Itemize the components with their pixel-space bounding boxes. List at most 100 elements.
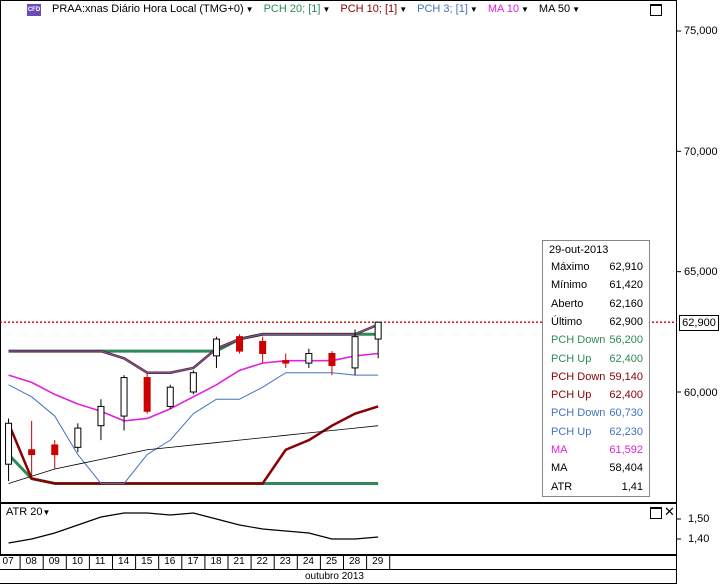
candle: [212, 336, 220, 368]
candle-body: [97, 405, 105, 427]
candle-body: [120, 377, 128, 417]
x-tick-label: 11: [94, 556, 106, 567]
candle: [5, 418, 13, 482]
candle-body: [74, 427, 82, 448]
series-line-pch-20-up: [8, 332, 379, 353]
atr-line: [8, 512, 379, 544]
data-window: 29-out-2013 Máximo 62,910 Mínimo 61,420 Aber…: [542, 240, 650, 497]
data-window-label: ATR: [551, 480, 573, 493]
data-window-row: PCH Up 62,400: [551, 389, 647, 407]
symbol-label[interactable]: PRAA:xnas Diário Hora Local (TMG+0) ▼: [52, 3, 254, 15]
atr-panel-frame: [0, 503, 677, 555]
chevron-down-icon[interactable]: ▼: [246, 5, 254, 14]
chevron-down-icon[interactable]: ▼: [521, 5, 529, 14]
data-window-label: Máximo: [551, 261, 590, 273]
candle: [74, 423, 82, 453]
x-tick-label: 28: [349, 556, 361, 567]
candle-body: [259, 340, 267, 354]
candle-body: [5, 422, 13, 465]
candle: [351, 329, 359, 376]
candle-body: [143, 377, 151, 412]
data-window-row: PCH Down 56,200: [551, 334, 647, 352]
series-line-pch-10-up: [8, 323, 379, 374]
maximize-icon[interactable]: [650, 507, 662, 519]
data-window-label: Aberto: [551, 297, 584, 310]
candle-body: [305, 352, 313, 364]
x-tick-label: 18: [210, 556, 222, 567]
candle: [305, 348, 313, 368]
chart-legend: PRAA:xnas Diário Hora Local (TMG+0) ▼ PCH…: [26, 3, 580, 15]
chevron-down-icon[interactable]: ▼: [322, 5, 330, 14]
data-window-row: Último 62,900: [551, 316, 647, 334]
x-tick-label: 25: [325, 556, 338, 567]
data-window-label: PCH Up: [551, 389, 592, 402]
chevron-down-icon[interactable]: ▼: [572, 5, 580, 14]
candle: [51, 440, 59, 470]
candle-body: [282, 360, 290, 364]
candle: [328, 351, 336, 376]
legend-ma10[interactable]: MA 10 ▼: [488, 3, 529, 15]
x-tick-label: 29: [372, 556, 384, 567]
data-window-value: 1,41: [621, 480, 643, 493]
legend-pch3[interactable]: PCH 3; [1] ▼: [417, 3, 478, 15]
candle-body: [166, 386, 174, 407]
x-tick-label: 08: [25, 556, 37, 567]
data-window-value: 56,200: [609, 334, 643, 347]
data-window-value: 59,140: [609, 370, 643, 383]
atr-tick-label: 1,40: [688, 533, 710, 545]
chevron-down-icon[interactable]: ▼: [470, 5, 478, 14]
data-window-value: 62,900: [609, 315, 643, 328]
legend-pch10[interactable]: PCH 10; [1] ▼: [340, 3, 407, 15]
candle-body: [51, 444, 59, 456]
data-window-row: MA 61,592: [551, 444, 647, 462]
candle: [282, 353, 290, 368]
series-line-pch-3-up: [8, 324, 379, 374]
candle-body: [236, 336, 244, 352]
data-window-label: MA: [551, 462, 568, 475]
chevron-down-icon[interactable]: ▼: [399, 5, 407, 14]
candle-body: [328, 352, 336, 367]
month-label: outubro 2013: [305, 571, 364, 582]
maximize-icon[interactable]: [650, 4, 662, 16]
data-window-label: Mínimo: [551, 279, 588, 292]
x-tick-label: 07: [2, 556, 14, 567]
chevron-down-icon[interactable]: ▼: [42, 508, 50, 517]
data-window-value: 62,910: [609, 261, 643, 273]
y-tick-label: 70,000: [684, 146, 718, 158]
data-window-label: PCH Down: [551, 334, 606, 347]
data-window-row: ATR 1,41: [551, 481, 647, 499]
x-tick-label: 22: [256, 556, 268, 567]
data-window-row: PCH Down 59,140: [551, 371, 647, 389]
candle-body: [28, 449, 36, 456]
x-tick-label: 24: [302, 556, 314, 567]
candle: [259, 336, 267, 364]
candle: [120, 375, 128, 431]
legend-pch20[interactable]: PCH 20; [1] ▼: [264, 3, 331, 15]
y-tick-label: 65,000: [684, 266, 718, 278]
x-tick-label: 09: [48, 556, 60, 567]
data-window-row: Aberto 62,160: [551, 298, 647, 316]
candle: [374, 321, 382, 359]
atr-series-line: [8, 512, 379, 544]
data-window-value: 62,400: [609, 352, 643, 365]
indicator-lines: [7, 323, 379, 485]
x-tick-label: 21: [233, 556, 245, 567]
candle: [236, 334, 244, 354]
data-window-value: 58,404: [609, 462, 643, 475]
legend-ma50[interactable]: MA 50 ▼: [539, 3, 580, 15]
series-line-ma-50: [8, 425, 379, 484]
data-window-value: 61,420: [609, 279, 643, 292]
candle-body: [374, 321, 382, 340]
atr-legend[interactable]: ATR 20▼: [6, 506, 50, 518]
data-window-value: 62,160: [609, 297, 643, 310]
candle-body: [189, 372, 197, 393]
atr-tick-label: 1,50: [688, 513, 710, 525]
close-icon[interactable]: ✕: [664, 505, 675, 518]
data-window-date: 29-out-2013: [549, 244, 609, 256]
data-window-row: MA 58,404: [551, 462, 647, 480]
x-tick-label: 17: [187, 556, 199, 567]
data-window-label: Último: [551, 315, 583, 328]
candle: [28, 420, 36, 477]
data-window-value: 62,400: [609, 389, 643, 402]
data-window-value: 62,230: [609, 425, 643, 438]
